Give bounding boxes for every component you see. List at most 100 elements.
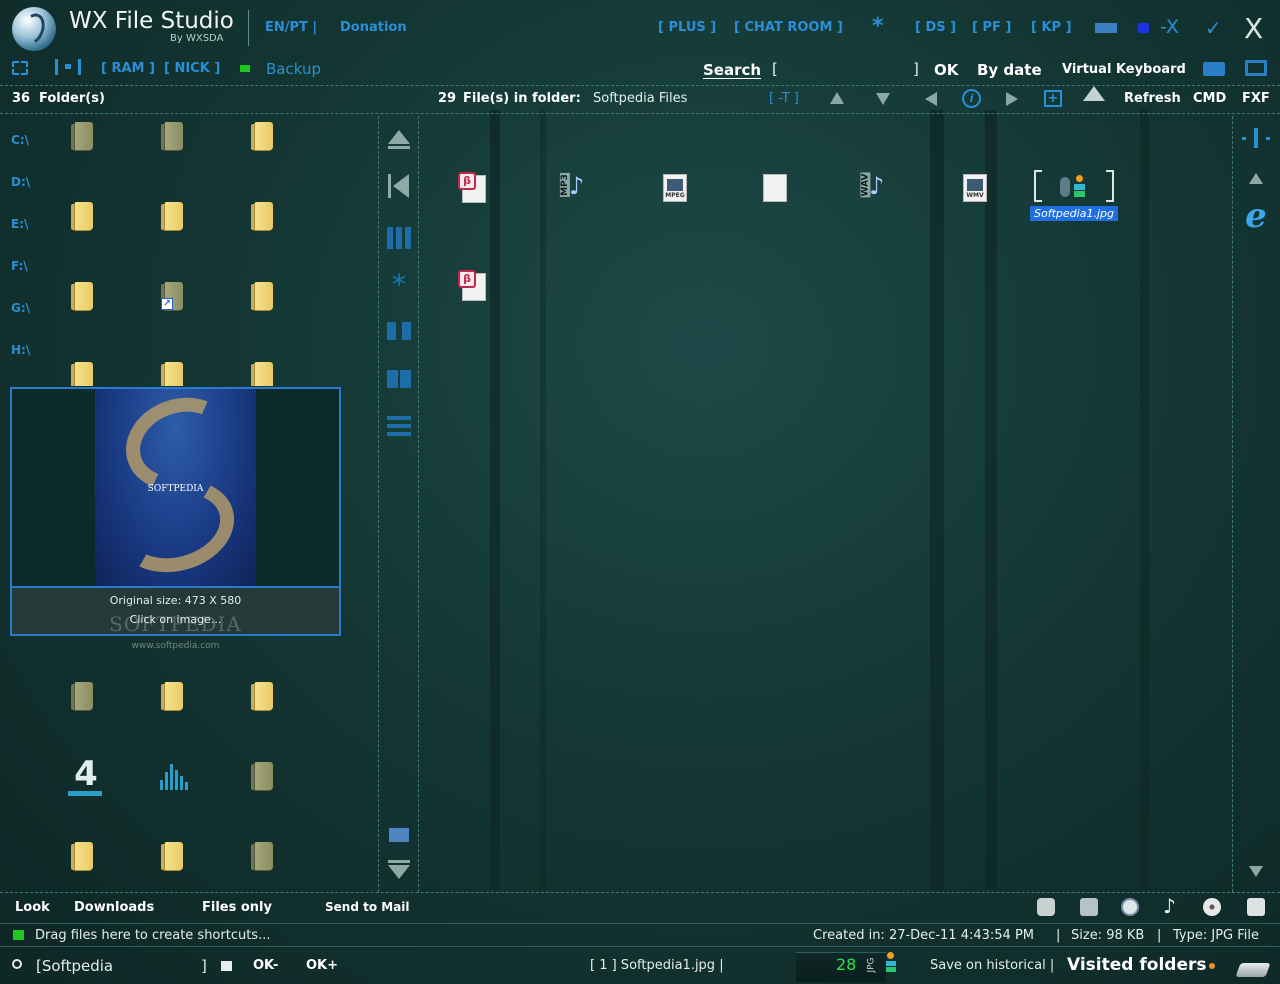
folder-icon[interactable]	[71, 282, 93, 310]
folder-icon[interactable]	[161, 122, 183, 150]
folder-icon[interactable]	[251, 762, 273, 790]
files-only-button[interactable]: Files only	[202, 900, 272, 915]
folder-icon[interactable]	[71, 682, 93, 710]
folder-icon[interactable]	[71, 122, 93, 150]
plus-link[interactable]: [ PLUS ]	[658, 20, 716, 35]
folder-icon[interactable]	[71, 362, 93, 386]
dash-x-button[interactable]: -X	[1160, 16, 1179, 38]
drive-e[interactable]: E:\	[11, 217, 28, 231]
drive-c[interactable]: C:\	[11, 133, 29, 147]
search-ok-button[interactable]: OK	[934, 61, 958, 79]
ok-plus-button[interactable]: OK+	[306, 958, 338, 973]
check-shield-icon[interactable]: ✓	[1205, 16, 1223, 40]
recycle-icon[interactable]	[1037, 898, 1055, 916]
look-button[interactable]: Look	[15, 900, 50, 915]
visited-folders-button[interactable]: Visited folders	[1067, 955, 1206, 975]
folder-shortcut-icon[interactable]: ↗	[161, 282, 183, 310]
folder-icon[interactable]	[161, 842, 183, 870]
drag-hint[interactable]: Drag files here to create shortcuts...	[35, 928, 270, 943]
pf-link[interactable]: [ PF ]	[972, 20, 1011, 35]
stop-icon[interactable]	[386, 828, 412, 842]
ds-link[interactable]: [ DS ]	[915, 20, 956, 35]
drive-f[interactable]: F:\	[11, 259, 28, 273]
cmd-button[interactable]: CMD	[1193, 91, 1226, 106]
blank-file-icon[interactable]	[760, 174, 790, 206]
photo-icon[interactable]	[1080, 898, 1098, 916]
save-historical-link[interactable]: Save on historical |	[930, 958, 1054, 973]
jpg-file-selected[interactable]: Softpedia1.jpg	[1030, 170, 1118, 222]
folder-icon[interactable]	[251, 122, 273, 150]
audio-levels-icon[interactable]	[160, 764, 190, 790]
disc-icon[interactable]	[1203, 898, 1221, 916]
stop-square-icon[interactable]	[221, 961, 232, 971]
printer-icon[interactable]	[1247, 898, 1265, 916]
computer-icon[interactable]	[1245, 60, 1267, 76]
play-icon[interactable]	[1121, 898, 1139, 916]
expand-icon[interactable]: +	[1044, 90, 1062, 107]
right-scroll-down-icon[interactable]	[1249, 866, 1263, 877]
donation-link[interactable]: Donation	[340, 20, 407, 35]
folder-icon[interactable]	[251, 202, 273, 230]
chat-room-link[interactable]: [ CHAT ROOM ]	[734, 20, 843, 35]
mpeg-file-icon[interactable]: MPEG	[660, 174, 690, 206]
preview-image[interactable]: SOFTPEDIA	[95, 389, 256, 586]
star-button[interactable]: *	[872, 14, 884, 39]
splitter-icon[interactable]	[1240, 128, 1272, 148]
wav-file-icon[interactable]: WAV ♪	[857, 172, 887, 204]
mp3-file-icon[interactable]: MP3 ♪	[557, 172, 587, 204]
folder-icon[interactable]	[251, 842, 273, 870]
info-icon[interactable]: i	[962, 89, 981, 108]
folder-icon[interactable]	[161, 362, 183, 386]
folder-icon[interactable]	[251, 362, 273, 386]
close-button[interactable]: X	[1244, 12, 1263, 45]
drive-d[interactable]: D:\	[11, 175, 30, 189]
grid-view-icon[interactable]	[12, 61, 28, 75]
path-input[interactable]: [Softpedia	[36, 957, 113, 975]
minus-t-link[interactable]: [ -T ]	[769, 91, 799, 106]
virtual-keyboard-button[interactable]: Virtual Keyboard	[1062, 62, 1186, 77]
grid-large-icon[interactable]	[386, 227, 412, 249]
split-view-icon[interactable]	[55, 59, 81, 75]
folder-icon[interactable]	[71, 202, 93, 230]
scroll-bottom-icon[interactable]	[386, 860, 412, 879]
drive-h[interactable]: H:\	[11, 343, 30, 357]
language-link[interactable]: EN/PT |	[265, 20, 317, 35]
downloads-button[interactable]: Downloads	[74, 900, 154, 915]
wmv-file-icon[interactable]: WMV	[960, 174, 990, 206]
folder-icon[interactable]	[251, 682, 273, 710]
channel-4-icon[interactable]: 4	[68, 757, 104, 796]
internet-explorer-icon[interactable]: e	[1240, 199, 1272, 233]
right-scroll-up-icon[interactable]	[1249, 173, 1263, 184]
send-to-mail-button[interactable]: Send to Mail	[325, 900, 410, 914]
back-to-start-icon[interactable]	[386, 174, 412, 198]
pause-columns-icon[interactable]	[386, 322, 412, 340]
restore-icon[interactable]	[1138, 23, 1149, 33]
minimize-icon[interactable]	[1095, 23, 1117, 33]
list-view-icon[interactable]	[386, 416, 412, 436]
nick-link[interactable]: [ NICK ]	[164, 61, 220, 76]
scroll-top-icon[interactable]	[386, 130, 412, 149]
tiles-view-icon[interactable]	[386, 370, 412, 388]
fxf-button[interactable]: FXF	[1242, 91, 1270, 106]
kp-link[interactable]: [ KP ]	[1031, 20, 1072, 35]
next-icon[interactable]	[1006, 92, 1018, 106]
folder-icon[interactable]	[161, 202, 183, 230]
folder-icon[interactable]	[251, 282, 273, 310]
folder-icon[interactable]	[161, 682, 183, 710]
star-filter-icon[interactable]: *	[386, 268, 412, 301]
folder-icon[interactable]	[71, 842, 93, 870]
pdf-file-icon[interactable]: β	[458, 172, 488, 204]
drive-g[interactable]: G:\	[11, 301, 30, 315]
refresh-button[interactable]: Refresh	[1124, 91, 1181, 106]
by-date-button[interactable]: By date	[977, 61, 1042, 79]
sort-up-icon[interactable]	[830, 92, 844, 104]
search-input[interactable]	[782, 60, 910, 80]
sort-down-icon[interactable]	[876, 93, 890, 105]
ok-minus-button[interactable]: OK-	[253, 958, 278, 973]
image-preview-panel[interactable]: SOFTPEDIA Original size: 473 X 580 SOFTP…	[10, 387, 341, 636]
click-image-hint[interactable]: Click on image...	[12, 613, 339, 626]
drive-icon[interactable]	[1235, 963, 1271, 977]
pdf-file-icon[interactable]: β	[458, 270, 488, 302]
ram-link[interactable]: [ RAM ]	[101, 61, 155, 76]
eject-icon[interactable]	[1083, 86, 1105, 101]
